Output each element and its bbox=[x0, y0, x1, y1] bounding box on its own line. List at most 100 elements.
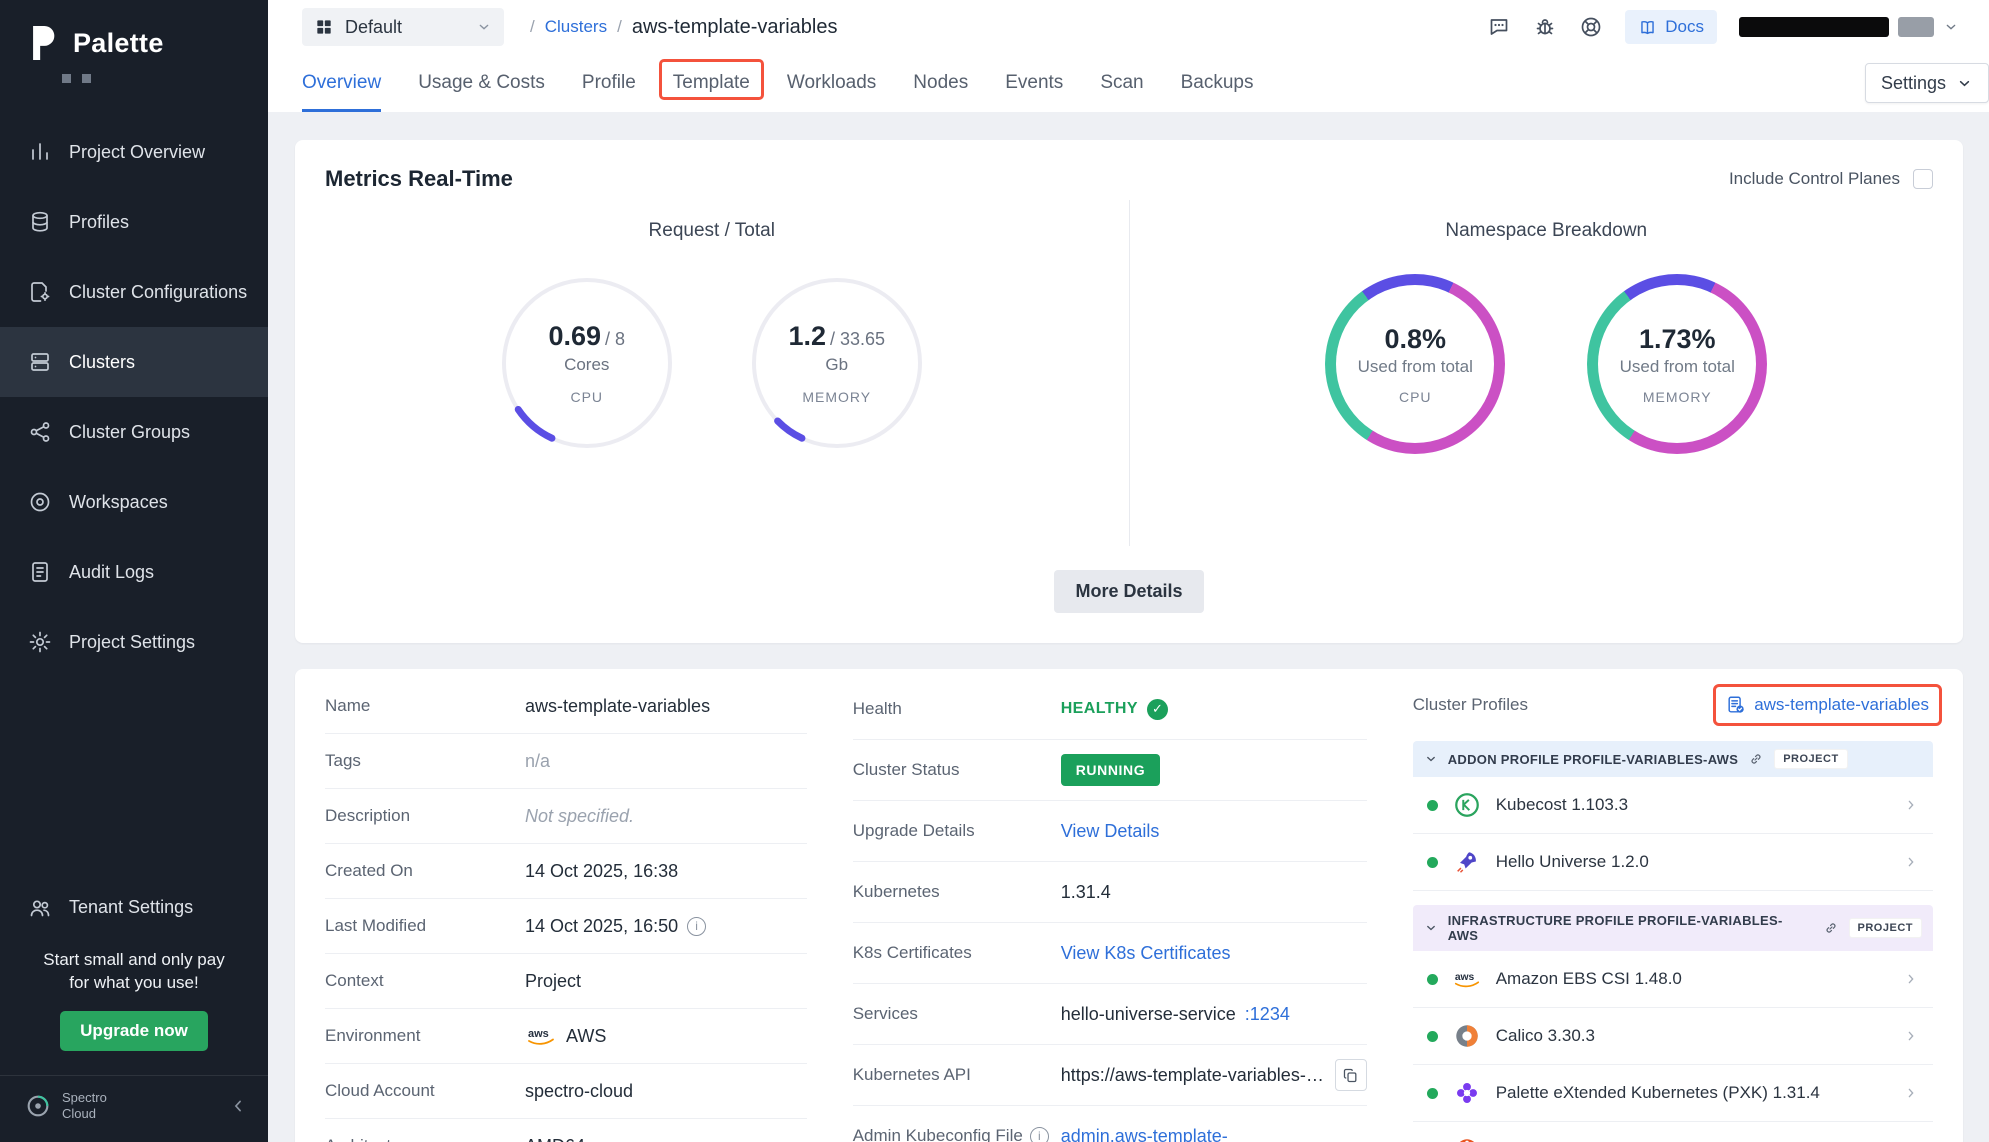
user-menu[interactable] bbox=[1739, 17, 1959, 37]
memory-gauge: 1.2/ 33.65 Gb MEMORY bbox=[748, 274, 926, 452]
pack-item-amazon-ebs-csi[interactable]: aws Amazon EBS CSI 1.48.0 bbox=[1413, 951, 1933, 1008]
logo-dots bbox=[0, 66, 268, 83]
chevron-right-icon bbox=[1903, 1085, 1919, 1101]
pack-item-hello-universe[interactable]: Hello Universe 1.2.0 bbox=[1413, 834, 1933, 891]
namespace-cpu-percent: 0.8% bbox=[1384, 324, 1446, 355]
health-status-text: HEALTHY bbox=[1061, 700, 1138, 718]
settings-button[interactable]: Settings bbox=[1865, 63, 1989, 103]
rocket-icon bbox=[1452, 847, 1482, 877]
status-dot bbox=[1427, 974, 1438, 985]
chat-icon[interactable] bbox=[1487, 15, 1511, 39]
tab-label: Scan bbox=[1100, 72, 1143, 94]
project-selector[interactable]: Default bbox=[302, 8, 504, 46]
upgrade-promo-text: Start small and only pay for what you us… bbox=[0, 943, 268, 995]
tab-backups[interactable]: Backups bbox=[1181, 54, 1254, 112]
view-k8s-certificates-link[interactable]: View K8s Certificates bbox=[1061, 943, 1231, 964]
docs-button[interactable]: Docs bbox=[1625, 10, 1717, 44]
chevron-right-icon bbox=[1903, 854, 1919, 870]
settings-button-label: Settings bbox=[1881, 73, 1946, 94]
detail-row-created-on: Created On 14 Oct 2025, 16:38 bbox=[325, 844, 807, 899]
cluster-profiles-title: Cluster Profiles bbox=[1413, 695, 1528, 715]
cpu-used-value: 0.69 bbox=[548, 321, 601, 351]
document-icon bbox=[28, 560, 52, 584]
sidebar-item-label: Project Settings bbox=[69, 632, 195, 653]
namespace-cpu-label: CPU bbox=[1399, 389, 1432, 405]
detail-row-tags: Tags n/a bbox=[325, 734, 807, 789]
include-control-planes-label: Include Control Planes bbox=[1729, 169, 1900, 189]
pack-item-kubecost[interactable]: Kubecost 1.103.3 bbox=[1413, 777, 1933, 834]
cpu-gauge: 0.69/ 8 Cores CPU bbox=[498, 274, 676, 452]
spectro-cloud-logo-icon bbox=[24, 1092, 52, 1120]
redacted-avatar bbox=[1898, 17, 1934, 37]
sidebar-item-profiles[interactable]: Profiles bbox=[0, 187, 268, 257]
namespace-cpu-donut: 0.8% Used from total CPU bbox=[1325, 274, 1505, 454]
upgrade-now-button[interactable]: Upgrade now bbox=[60, 1011, 208, 1051]
sidebar-item-cluster-groups[interactable]: Cluster Groups bbox=[0, 397, 268, 467]
detail-row-k8s-certificates: K8s Certificates View K8s Certificates bbox=[853, 923, 1367, 984]
sidebar-item-project-overview[interactable]: Project Overview bbox=[0, 117, 268, 187]
copy-button[interactable] bbox=[1335, 1059, 1367, 1091]
namespace-memory-caption: Used from total bbox=[1620, 357, 1735, 377]
sidebar-item-cluster-configurations[interactable]: Cluster Configurations bbox=[0, 257, 268, 327]
view-details-link[interactable]: View Details bbox=[1061, 821, 1160, 842]
tab-scan[interactable]: Scan bbox=[1100, 54, 1143, 112]
sidebar-item-clusters[interactable]: Clusters bbox=[0, 327, 268, 397]
tabbar: Overview Usage & Costs Profile Template … bbox=[268, 54, 1989, 112]
memory-total-value: / 33.65 bbox=[830, 329, 885, 349]
tab-usage-costs[interactable]: Usage & Costs bbox=[418, 54, 545, 112]
svg-text:aws: aws bbox=[528, 1028, 549, 1040]
gear-icon bbox=[28, 630, 52, 654]
infrastructure-profile-section: INFRASTRUCTURE PROFILE PROFILE-VARIABLES… bbox=[1413, 905, 1933, 1142]
service-port-link[interactable]: :1234 bbox=[1245, 1004, 1290, 1025]
addon-profile-header[interactable]: ADDON PROFILE PROFILE-VARIABLES-AWS PROJ… bbox=[1413, 741, 1933, 777]
chevron-down-icon bbox=[476, 19, 492, 35]
pack-item-pxk[interactable]: Palette eXtended Kubernetes (PXK) 1.31.4 bbox=[1413, 1065, 1933, 1122]
detail-row-kubernetes-api: Kubernetes API https://aws-template-vari… bbox=[853, 1045, 1367, 1106]
aws-logo-icon: aws bbox=[1452, 964, 1482, 994]
link-icon bbox=[1748, 751, 1764, 767]
aws-logo-icon: aws bbox=[525, 1025, 557, 1047]
sidebar-item-tenant-settings[interactable]: Tenant Settings bbox=[0, 873, 268, 943]
bar-chart-icon bbox=[28, 140, 52, 164]
infrastructure-profile-header[interactable]: INFRASTRUCTURE PROFILE PROFILE-VARIABLES… bbox=[1413, 905, 1933, 951]
sidebar-item-label: Workspaces bbox=[69, 492, 168, 513]
brand-logo: Palette bbox=[0, 0, 268, 66]
cpu-gauge-label: CPU bbox=[570, 389, 603, 405]
people-icon bbox=[28, 896, 52, 920]
cluster-profile-link[interactable]: aws-template-variables bbox=[1726, 695, 1929, 715]
detail-row-last-modified: Last Modified 14 Oct 2025, 16:50 i bbox=[325, 899, 807, 954]
tab-nodes[interactable]: Nodes bbox=[913, 54, 968, 112]
detail-row-cluster-status: Cluster Status RUNNING bbox=[853, 740, 1367, 801]
cpu-unit: Cores bbox=[564, 355, 609, 375]
detail-row-health: Health HEALTHY ✓ bbox=[853, 679, 1367, 740]
breadcrumb-clusters-link[interactable]: Clusters bbox=[545, 17, 607, 37]
tab-profile[interactable]: Profile bbox=[582, 54, 636, 112]
redacted-username bbox=[1739, 17, 1889, 37]
include-control-planes-checkbox[interactable] bbox=[1913, 169, 1933, 189]
more-details-button[interactable]: More Details bbox=[1054, 570, 1203, 613]
project-badge: PROJECT bbox=[1774, 749, 1847, 769]
namespace-memory-donut: 1.73% Used from total MEMORY bbox=[1587, 274, 1767, 454]
help-icon[interactable] bbox=[1579, 15, 1603, 39]
bug-icon[interactable] bbox=[1533, 15, 1557, 39]
tab-template[interactable]: Template bbox=[673, 54, 750, 112]
sidebar-item-workspaces[interactable]: Workspaces bbox=[0, 467, 268, 537]
pack-item-calico[interactable]: Calico 3.30.3 bbox=[1413, 1008, 1933, 1065]
detail-row-services: Services hello-universe-service :1234 bbox=[853, 984, 1367, 1045]
admin-kubeconfig-link[interactable]: admin.aws-template- bbox=[1061, 1126, 1228, 1142]
sidebar-item-audit-logs[interactable]: Audit Logs bbox=[0, 537, 268, 607]
detail-row-kubernetes: Kubernetes 1.31.4 bbox=[853, 862, 1367, 923]
metrics-title: Metrics Real-Time bbox=[325, 166, 513, 192]
chevron-right-icon bbox=[1903, 1028, 1919, 1044]
grid-icon bbox=[314, 17, 334, 37]
tab-overview[interactable]: Overview bbox=[302, 54, 381, 112]
info-icon[interactable]: i bbox=[687, 917, 706, 936]
tab-workloads[interactable]: Workloads bbox=[787, 54, 876, 112]
profile-document-icon bbox=[1726, 695, 1746, 715]
docs-button-label: Docs bbox=[1665, 17, 1704, 37]
tab-events[interactable]: Events bbox=[1005, 54, 1063, 112]
info-icon[interactable]: i bbox=[1030, 1127, 1049, 1142]
pack-item-ubuntu[interactable]: Ubuntu (AWS) 22.04 bbox=[1413, 1122, 1933, 1142]
sidebar-collapse-button[interactable] bbox=[228, 1096, 248, 1116]
sidebar-item-project-settings[interactable]: Project Settings bbox=[0, 607, 268, 677]
